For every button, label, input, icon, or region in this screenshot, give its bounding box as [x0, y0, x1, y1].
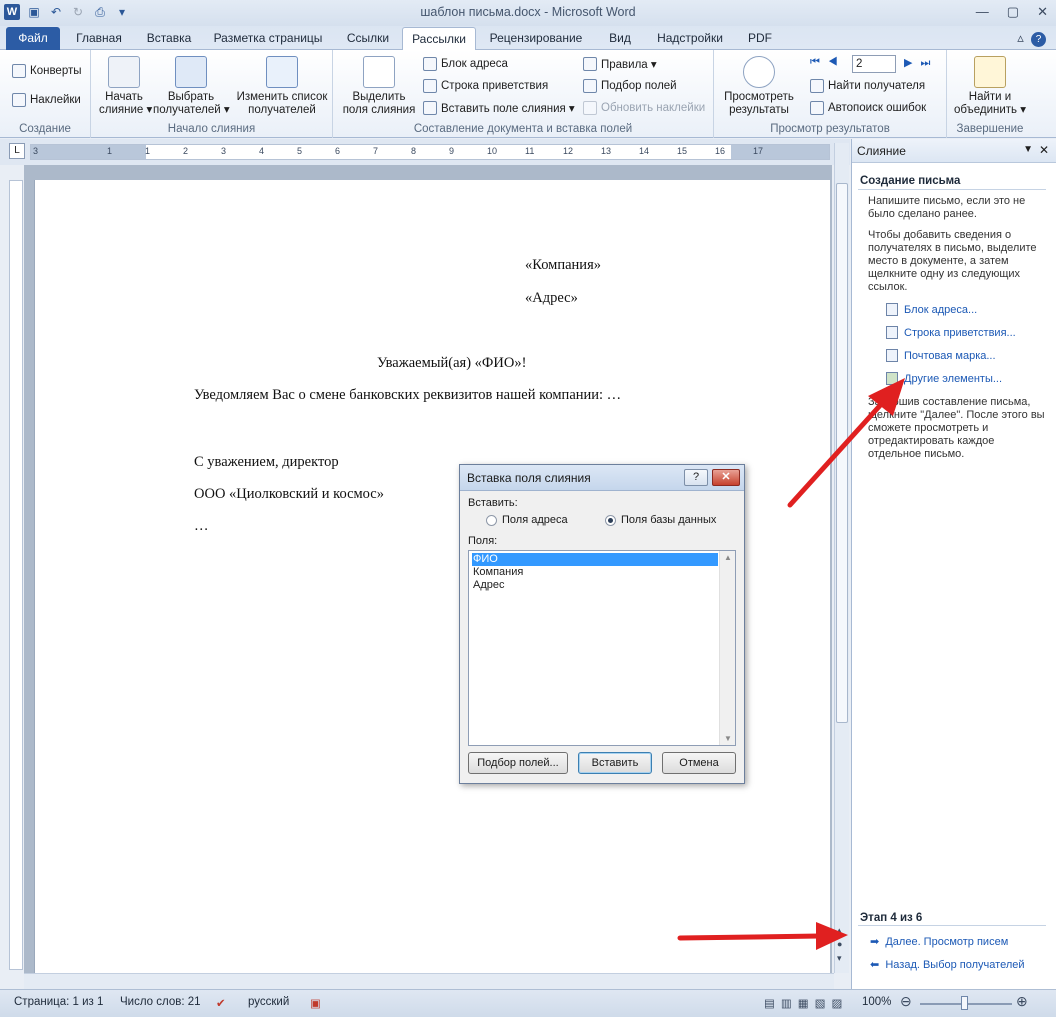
- annotation-arrows: [677, 378, 905, 950]
- red-arrow-to-links: [787, 378, 905, 508]
- red-arrow-to-next: [677, 922, 848, 950]
